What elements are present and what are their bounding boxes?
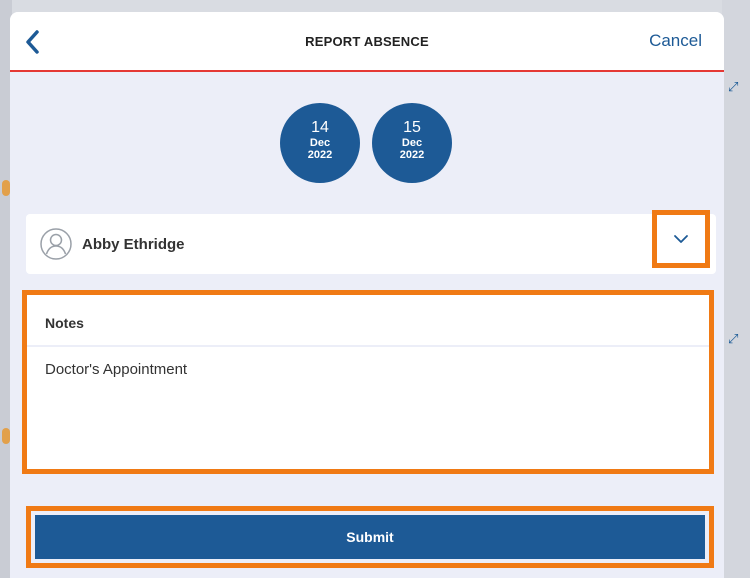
date-year: 2022	[307, 149, 333, 161]
report-absence-modal: REPORT ABSENCE Cancel 14 Dec 2022 15 Dec…	[10, 12, 724, 578]
date-day: 15	[403, 119, 421, 136]
background-indicator	[2, 180, 10, 196]
notes-panel: Notes Doctor's Appointment	[22, 290, 714, 474]
user-avatar-icon	[40, 228, 72, 260]
modal-header: REPORT ABSENCE Cancel	[10, 12, 724, 72]
submit-button[interactable]: Submit	[35, 515, 705, 559]
submit-highlight: Submit	[26, 506, 714, 568]
notes-textarea[interactable]: Doctor's Appointment	[45, 361, 685, 461]
date-chip-end[interactable]: 15 Dec 2022	[372, 103, 452, 183]
expand-icon: ⤢	[728, 331, 739, 346]
notes-header: Notes	[27, 295, 709, 347]
chevron-down-icon	[674, 235, 688, 243]
notes-label: Notes	[45, 315, 84, 331]
date-month: Dec	[309, 137, 331, 149]
cancel-button[interactable]: Cancel	[649, 31, 702, 51]
date-day: 14	[311, 119, 329, 136]
date-month: Dec	[401, 137, 423, 149]
person-selector[interactable]: Abby Ethridge	[26, 214, 716, 274]
person-dropdown-button[interactable]	[652, 210, 710, 268]
date-year: 2022	[399, 149, 425, 161]
date-chip-start[interactable]: 14 Dec 2022	[280, 103, 360, 183]
page-title: REPORT ABSENCE	[305, 34, 429, 49]
background-indicator	[2, 428, 10, 444]
expand-icon: ⤢	[728, 79, 739, 94]
person-name: Abby Ethridge	[82, 236, 185, 253]
